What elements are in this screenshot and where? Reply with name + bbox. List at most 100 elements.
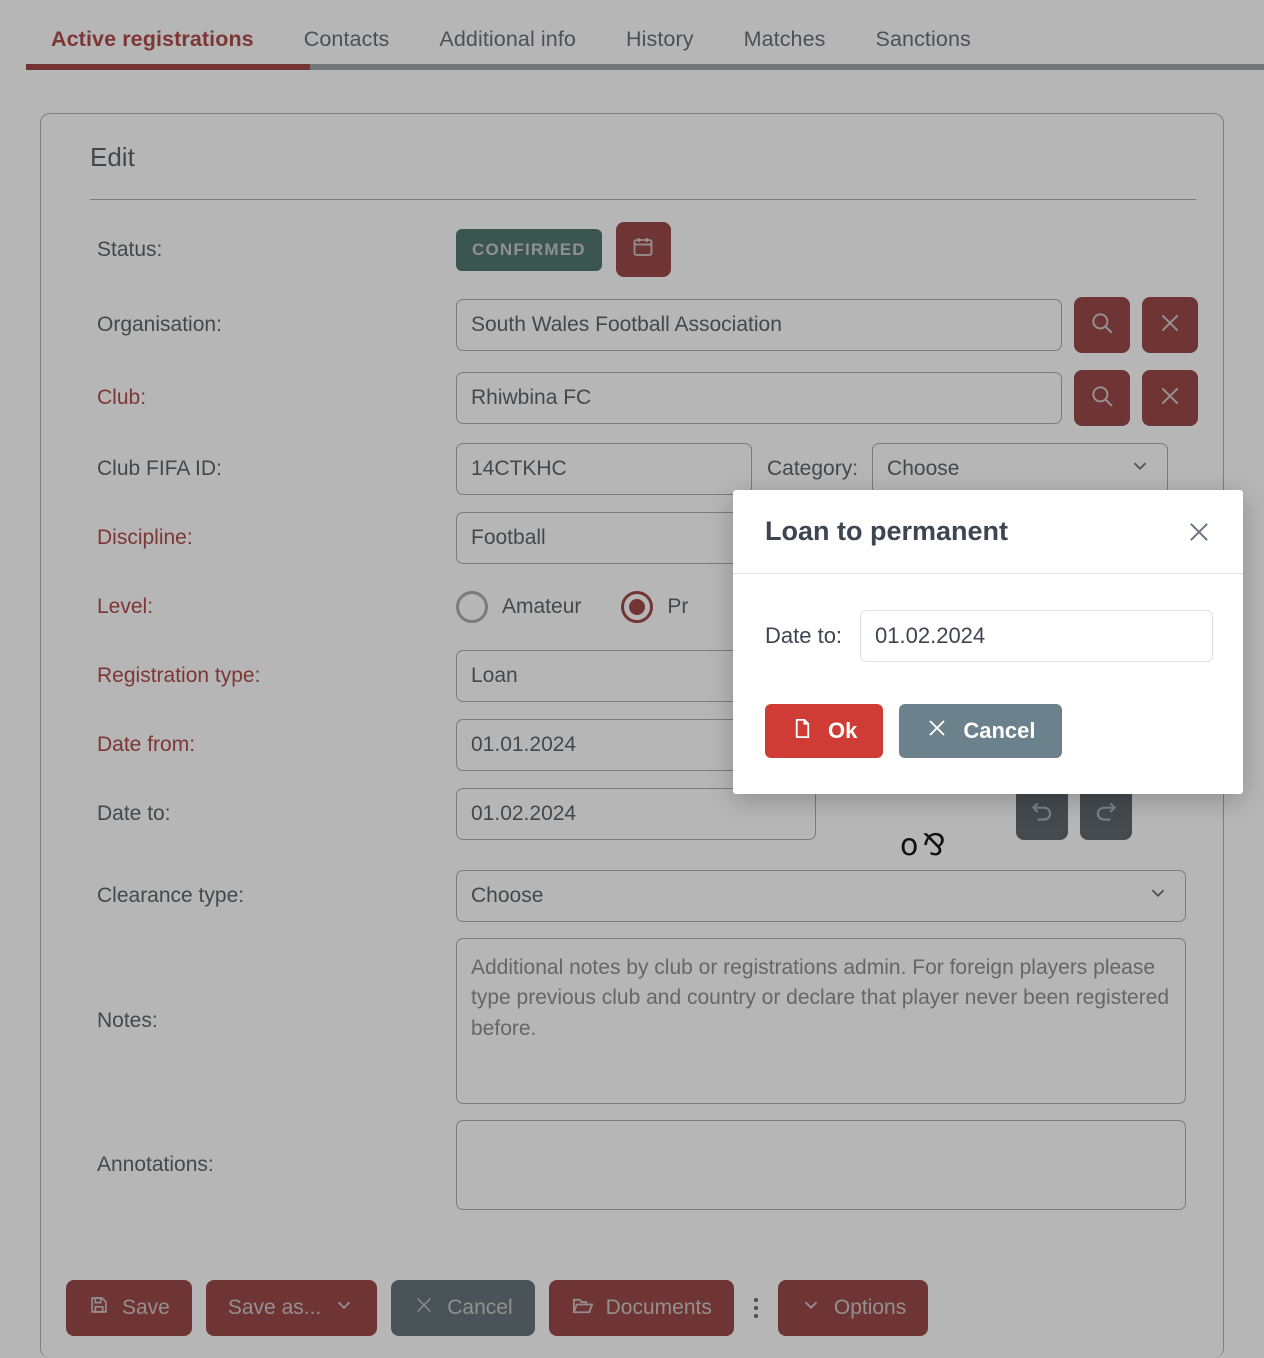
date-to-input[interactable]: 01.02.2024 xyxy=(456,788,816,840)
status-calendar-button[interactable] xyxy=(615,222,671,277)
radio-amateur-label: Amateur xyxy=(502,595,582,618)
clearance-type-select[interactable]: Choose xyxy=(456,870,1186,922)
level-radio-group: Amateur Pr xyxy=(456,591,714,623)
tab-label: Contacts xyxy=(303,26,390,51)
tab-sanctions[interactable]: Sanctions xyxy=(851,27,996,52)
dialog-cancel-button[interactable]: Cancel xyxy=(899,704,1062,758)
label-date-to: Date to: xyxy=(97,802,171,825)
dialog-body: Date to: xyxy=(733,574,1243,670)
page-title: Edit xyxy=(90,142,135,172)
row-notes: Notes: xyxy=(66,938,1198,1104)
dialog-ok-button[interactable]: Ok xyxy=(765,704,884,758)
label-category: Category: xyxy=(767,457,859,480)
tab-label: Active registrations xyxy=(51,26,254,51)
chevron-down-icon xyxy=(333,1294,355,1322)
club-clear-button[interactable] xyxy=(1142,370,1198,426)
tab-label: Matches xyxy=(743,26,826,51)
undo-icon xyxy=(1029,799,1055,830)
row-clearance-type: Clearance type: Choose xyxy=(66,870,1198,922)
tab-bar: Active registrations Contacts Additional… xyxy=(0,0,1264,78)
save-button[interactable]: Save xyxy=(66,1280,192,1336)
label-level: Level: xyxy=(97,595,154,618)
close-icon xyxy=(413,1294,435,1322)
date-to-redo-button[interactable] xyxy=(1080,788,1132,840)
dialog-title: Loan to permanent xyxy=(765,516,1009,546)
loan-to-permanent-dialog: Loan to permanent Date to: Ok Cancel xyxy=(733,490,1243,794)
row-organisation: Organisation: South Wales Football Assoc… xyxy=(66,297,1198,353)
save-as-button[interactable]: Save as... xyxy=(205,1280,378,1336)
calendar-icon xyxy=(631,235,655,264)
row-status: Status: CONFIRMED xyxy=(66,222,1198,277)
radio-professional-label: Pr xyxy=(667,595,689,618)
cursor-pointer-icon: o⅋ xyxy=(900,828,950,863)
category-value: Choose xyxy=(887,457,960,480)
dialog-actions: Ok Cancel xyxy=(733,670,1243,794)
notes-textarea[interactable] xyxy=(456,938,1186,1104)
label-discipline: Discipline: xyxy=(97,526,193,549)
options-button[interactable]: Options xyxy=(777,1280,929,1336)
radio-amateur[interactable] xyxy=(456,591,488,623)
folder-icon xyxy=(571,1294,594,1323)
tab-label: Additional info xyxy=(439,26,576,51)
club-fifa-id-input[interactable]: 14CTKHC xyxy=(456,443,752,495)
close-icon xyxy=(925,716,949,746)
chevron-down-icon xyxy=(1129,455,1151,483)
row-annotations: Annotations: xyxy=(66,1120,1198,1210)
label-clearance-type: Clearance type: xyxy=(97,884,245,907)
organisation-search-button[interactable] xyxy=(1074,297,1130,353)
row-club: Club: Rhiwbina FC xyxy=(66,370,1198,426)
cancel-label: Cancel xyxy=(447,1296,513,1319)
divider xyxy=(90,199,1196,200)
kebab-menu-icon[interactable] xyxy=(748,1298,764,1318)
category-select[interactable]: Choose xyxy=(872,443,1169,495)
close-icon xyxy=(1185,522,1213,550)
tab-additional-info[interactable]: Additional info xyxy=(414,27,601,52)
dialog-close-button[interactable] xyxy=(1185,518,1213,546)
chevron-down-icon xyxy=(800,1294,822,1322)
cancel-button[interactable]: Cancel xyxy=(391,1280,535,1336)
date-to-undo-button[interactable] xyxy=(1016,788,1068,840)
label-registration-type: Registration type: xyxy=(97,664,261,687)
dialog-date-to-input[interactable] xyxy=(860,610,1213,662)
label-notes: Notes: xyxy=(97,1009,158,1032)
options-label: Options xyxy=(833,1296,907,1319)
label-club-fifa-id: Club FIFA ID: xyxy=(97,457,222,480)
tab-history[interactable]: History xyxy=(601,27,719,52)
search-icon xyxy=(1089,310,1115,341)
radio-professional[interactable] xyxy=(621,591,654,623)
tab-underline-active xyxy=(26,64,310,70)
close-icon xyxy=(1157,383,1183,414)
action-bar: Save Save as... Cancel Documents Options xyxy=(66,1280,929,1336)
label-status: Status: xyxy=(97,237,163,261)
tab-contacts[interactable]: Contacts xyxy=(279,27,415,52)
label-annotations: Annotations: xyxy=(97,1153,214,1176)
label-date-from: Date from: xyxy=(97,733,196,756)
search-icon xyxy=(1089,383,1115,414)
documents-label: Documents xyxy=(605,1296,712,1319)
annotations-textarea[interactable] xyxy=(456,1120,1186,1210)
file-icon xyxy=(791,717,814,746)
save-icon xyxy=(88,1294,110,1322)
organisation-input[interactable]: South Wales Football Association xyxy=(456,299,1062,351)
redo-icon xyxy=(1093,799,1119,830)
organisation-clear-button[interactable] xyxy=(1142,297,1198,353)
status-badge: CONFIRMED xyxy=(456,228,602,271)
dialog-cancel-label: Cancel xyxy=(963,718,1036,743)
tab-matches[interactable]: Matches xyxy=(719,27,851,52)
close-icon xyxy=(1157,310,1183,341)
dialog-ok-label: Ok xyxy=(828,718,858,743)
dialog-header: Loan to permanent xyxy=(733,490,1243,574)
label-club: Club: xyxy=(97,386,147,409)
row-date-to: Date to: 01.02.2024 xyxy=(66,788,1198,840)
tab-label: History xyxy=(625,26,694,51)
documents-button[interactable]: Documents xyxy=(548,1280,734,1336)
label-organisation: Organisation: xyxy=(97,313,222,336)
tab-active-registrations[interactable]: Active registrations xyxy=(26,27,279,52)
club-input[interactable]: Rhiwbina FC xyxy=(456,372,1062,424)
tab-label: Sanctions xyxy=(875,26,971,51)
club-search-button[interactable] xyxy=(1074,370,1130,426)
save-label: Save xyxy=(122,1296,170,1319)
dialog-date-to-label: Date to: xyxy=(765,623,843,648)
row-club-fifa-id: Club FIFA ID: 14CTKHC Category: Choose xyxy=(66,443,1198,495)
chevron-down-icon xyxy=(1147,882,1169,910)
